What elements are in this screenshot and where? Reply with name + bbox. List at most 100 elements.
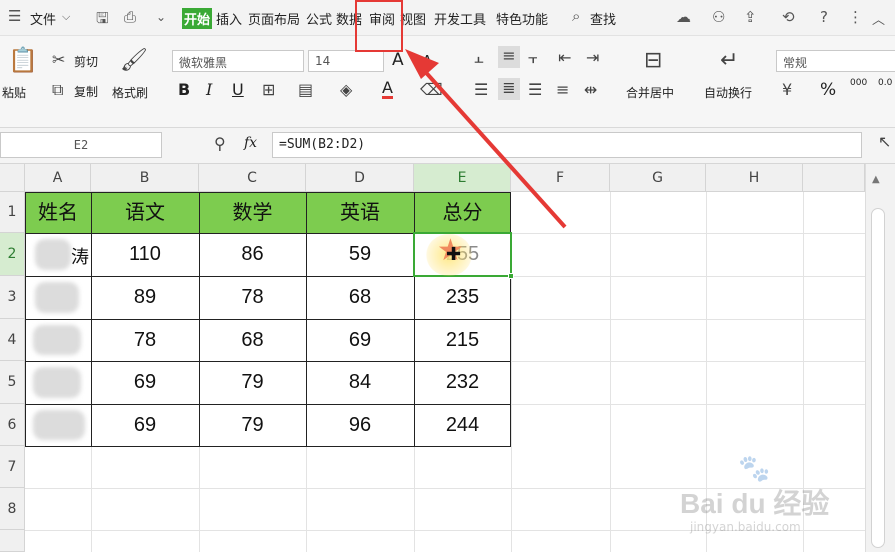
paste-icon[interactable]: 📋 (8, 46, 38, 74)
score-cell[interactable]: 110 (91, 233, 199, 276)
total-cell[interactable]: 235 (414, 276, 511, 319)
undo-history-icon[interactable]: ⟲ (782, 8, 795, 26)
merge-center-button[interactable]: 合并居中 (626, 84, 674, 101)
scroll-thumb[interactable] (871, 208, 885, 548)
name-cell[interactable]: 涛 (25, 233, 91, 276)
fill-handle[interactable] (508, 273, 514, 279)
share-icon[interactable]: ⇪ (744, 8, 757, 26)
borders-icon[interactable]: ⊞ (262, 80, 275, 99)
row-header-4[interactable]: 4 (0, 319, 25, 361)
format-painter-button[interactable]: 格式刷 (112, 84, 148, 101)
score-cell[interactable]: 96 (306, 404, 414, 446)
column-header-i[interactable] (803, 164, 865, 192)
wrap-text-icon[interactable]: ↵ (720, 48, 738, 73)
score-cell[interactable]: 84 (306, 361, 414, 404)
score-cell[interactable]: 68 (306, 276, 414, 319)
save-icon[interactable]: 🖫 (96, 8, 109, 33)
total-cell[interactable]: 244 (414, 404, 511, 446)
row-header-8[interactable]: 8 (0, 488, 25, 530)
score-cell[interactable]: 89 (91, 276, 199, 319)
select-all-corner[interactable] (0, 164, 25, 192)
fill-color-icon[interactable]: ◈ (340, 80, 352, 99)
merge-center-icon[interactable]: ⊟ (644, 48, 662, 73)
paste-button[interactable]: 粘贴 (2, 84, 26, 101)
column-header-b[interactable]: B (91, 164, 199, 192)
distribute-icon[interactable]: ⇹ (584, 80, 597, 99)
score-cell[interactable]: 86 (199, 233, 306, 276)
wrap-text-button[interactable]: 自动换行 (704, 84, 752, 101)
score-cell[interactable]: 69 (306, 319, 414, 361)
score-cell[interactable]: 78 (91, 319, 199, 361)
more-icon[interactable]: ⋮ (848, 8, 863, 26)
copy-button[interactable]: 复制 (74, 83, 98, 100)
score-cell[interactable]: 68 (199, 319, 306, 361)
cloud-sync-icon[interactable]: ☁ (676, 8, 691, 26)
copy-icon[interactable]: ⧉ (52, 80, 63, 100)
vertical-scrollbar[interactable]: ▲ (865, 164, 895, 552)
name-cell[interactable] (25, 361, 91, 404)
tab-special-features[interactable]: 特色功能 (496, 9, 548, 28)
name-cell[interactable] (25, 319, 91, 361)
font-name-select[interactable]: 微软雅黑 (172, 50, 304, 72)
scroll-up-icon[interactable]: ▲ (872, 174, 880, 185)
tab-view[interactable]: 视图 (400, 9, 426, 28)
score-cell[interactable]: 78 (199, 276, 306, 319)
score-cell[interactable]: 69 (91, 361, 199, 404)
fill-style-icon[interactable]: ▤ (298, 80, 313, 99)
cut-icon[interactable]: ✂ (52, 50, 65, 69)
score-cell[interactable]: 59 (306, 233, 414, 276)
percent-button[interactable]: % (820, 80, 836, 100)
print-icon[interactable]: ⎙ (124, 8, 136, 26)
number-format-select[interactable]: 常规 (776, 50, 895, 72)
name-cell[interactable] (25, 276, 91, 319)
header-cell-math[interactable]: 数学 (199, 192, 306, 233)
font-color-button[interactable]: A (382, 80, 393, 99)
help-icon[interactable]: ? (820, 8, 828, 26)
indent-increase-icon[interactable]: ⇥ (586, 48, 599, 67)
tab-insert[interactable]: 插入 (216, 9, 242, 28)
row-header-7[interactable]: 7 (0, 446, 25, 488)
menu-icon[interactable]: ☰ (8, 7, 21, 25)
name-box[interactable]: E2 (0, 132, 162, 158)
quick-access-dropdown-icon[interactable]: ⌄ (156, 10, 166, 24)
row-header-9[interactable] (0, 530, 25, 552)
chevron-down-icon[interactable]: ⌵ (62, 10, 70, 24)
font-size-select[interactable]: 14 (308, 50, 384, 72)
row-header-3[interactable]: 3 (0, 276, 25, 319)
column-header-g[interactable]: G (610, 164, 706, 192)
score-cell[interactable]: 69 (91, 404, 199, 446)
search-label[interactable]: 查找 (590, 9, 616, 28)
bold-button[interactable]: B (178, 80, 190, 99)
fx-button[interactable]: fx (244, 135, 257, 151)
collapse-ribbon-icon[interactable]: ︿ (872, 9, 885, 28)
total-cell[interactable]: 215 (414, 319, 511, 361)
tab-page-layout[interactable]: 页面布局 (248, 9, 300, 28)
header-cell-name[interactable]: 姓名 (25, 192, 91, 233)
tab-developer[interactable]: 开发工具 (434, 9, 486, 28)
format-painter-icon[interactable]: 🖌 (120, 48, 148, 73)
search-icon[interactable]: ⌕ (572, 7, 580, 25)
total-cell[interactable]: 232 (414, 361, 511, 404)
column-header-c[interactable]: C (199, 164, 306, 192)
tab-home[interactable]: 开始 (182, 8, 213, 29)
tab-formulas[interactable]: 公式 (306, 9, 332, 28)
zoom-icon[interactable]: ⚲ (214, 134, 226, 153)
score-cell[interactable]: 79 (199, 361, 306, 404)
decimal-decrease-button[interactable]: 0.0 (878, 78, 892, 88)
column-header-h[interactable]: H (706, 164, 803, 192)
italic-button[interactable]: I (206, 80, 212, 99)
score-cell[interactable]: 79 (199, 404, 306, 446)
currency-icon[interactable]: ¥ (782, 80, 792, 99)
file-menu[interactable]: 文件 (30, 9, 56, 28)
decimal-increase-button[interactable]: 000 (850, 78, 867, 88)
cut-button[interactable]: 剪切 (74, 53, 98, 70)
name-cell[interactable] (25, 404, 91, 446)
column-header-a[interactable]: A (25, 164, 91, 192)
underline-button[interactable]: U (232, 80, 244, 99)
row-header-2[interactable]: 2 (0, 233, 25, 276)
collaborate-icon[interactable]: ⚇ (712, 8, 725, 26)
row-header-6[interactable]: 6 (0, 404, 25, 446)
header-cell-chinese[interactable]: 语文 (91, 192, 199, 233)
row-header-5[interactable]: 5 (0, 361, 25, 404)
row-header-1[interactable]: 1 (0, 192, 25, 233)
